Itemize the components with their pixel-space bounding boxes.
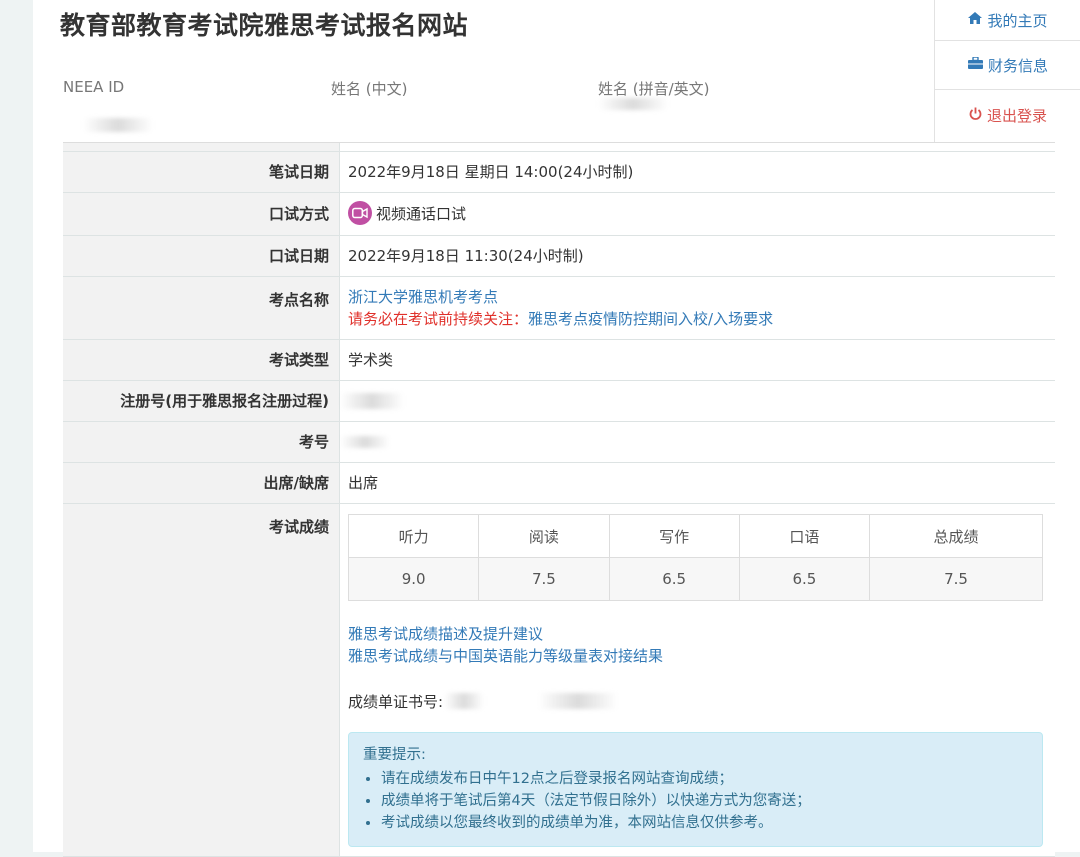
briefcase-icon [967, 56, 983, 73]
table-row-candidate-no: 考号 [63, 422, 1055, 463]
scores-table: 听力 阅读 写作 口语 总成绩 9.0 7.5 6.5 6.5 7.5 [347, 514, 1043, 601]
score-links: 雅思考试成绩描述及提升建议 雅思考试成绩与中国英语能力等级量表对接结果 [348, 623, 1047, 667]
finance-info-label: 财务信息 [987, 56, 1048, 75]
user-menu: 我的主页 财务信息 退出登录 [934, 0, 1080, 142]
notice-item: 考试成绩以您最终收到的成绩单为准，本网站信息仅供参考。 [381, 812, 1028, 834]
score-header-listening: 听力 [347, 514, 480, 558]
score-header-overall: 总成绩 [869, 514, 1043, 558]
finance-info-link[interactable]: 财务信息 [935, 41, 1080, 90]
notice-item: 成绩单将于笔试后第4天（法定节假日除外）以快递方式为您寄送； [381, 790, 1028, 812]
venue-cell: 浙江大学雅思机考考点 请务必在考试前持续关注：雅思考点疫情防控期间入校/入场要求 [340, 277, 1055, 339]
power-icon [969, 107, 982, 124]
exam-type-value: 学术类 [340, 340, 1055, 380]
redacted-reg-no [340, 393, 404, 409]
reg-no-value [340, 381, 1055, 421]
certificate-label: 成绩单证书号: [348, 693, 444, 711]
table-row-reg-no: 注册号(用于雅思报名注册过程) [63, 381, 1055, 422]
speaking-mode-cell: 视频通话口试 [340, 193, 1055, 235]
score-listening: 9.0 [347, 557, 480, 601]
score-header-reading: 阅读 [478, 514, 610, 558]
venue-link[interactable]: 浙江大学雅思机考考点 [348, 286, 1047, 308]
logout-link[interactable]: 退出登录 [935, 90, 1080, 140]
table-row-speaking-mode: 口试方式 视频通话口试 [63, 193, 1055, 236]
video-camera-icon [348, 200, 372, 225]
table-row-written-date: 笔试日期 2022年9月18日 星期日 14:00(24小时制) [63, 152, 1055, 193]
scores-value-row: 9.0 7.5 6.5 6.5 7.5 [347, 557, 1043, 601]
candidate-no-label: 考号 [63, 422, 340, 462]
speaking-mode-label: 口试方式 [63, 193, 340, 235]
table-row-top [63, 143, 1055, 152]
exam-info-table: 笔试日期 2022年9月18日 星期日 14:00(24小时制) 口试方式 视频… [63, 142, 1055, 857]
venue-notice-link[interactable]: 雅思考点疫情防控期间入校/入场要求 [528, 310, 773, 328]
attendance-label: 出席/缺席 [63, 463, 340, 503]
reg-no-label: 注册号(用于雅思报名注册过程) [63, 381, 340, 421]
written-date-label: 笔试日期 [63, 152, 340, 192]
table-row-venue: 考点名称 浙江大学雅思机考考点 请务必在考试前持续关注：雅思考点疫情防控期间入校… [63, 277, 1055, 340]
notice-item: 请在成绩发布日中午12点之后登录报名网站查询成绩； [381, 768, 1028, 790]
cse-mapping-link[interactable]: 雅思考试成绩与中国英语能力等级量表对接结果 [348, 645, 1047, 667]
redacted-candidate-no [340, 436, 390, 448]
certificate-number: 成绩单证书号: [348, 691, 1047, 712]
venue-notice-prefix: 请务必在考试前持续关注： [348, 310, 529, 328]
important-notice: 重要提示: 请在成绩发布日中午12点之后登录报名网站查询成绩； 成绩单将于笔试后… [348, 732, 1043, 847]
table-row-attendance: 出席/缺席 出席 [63, 463, 1055, 504]
page: 教育部教育考试院雅思考试报名网站 NEEA ID 姓名 (中文) 姓名 (拼音/… [33, 0, 1080, 857]
exam-type-label: 考试类型 [63, 340, 340, 380]
page-title: 教育部教育考试院雅思考试报名网站 [60, 11, 469, 40]
table-row-exam-type: 考试类型 学术类 [63, 340, 1055, 381]
table-row-speaking-date: 口试日期 2022年9月18日 11:30(24小时制) [63, 236, 1055, 277]
attendance-value: 出席 [340, 463, 1055, 503]
speaking-mode-value: 视频通话口试 [376, 205, 467, 223]
redacted-neea-id [83, 118, 153, 132]
home-icon [968, 12, 983, 28]
scores-label: 考试成绩 [63, 504, 340, 856]
score-reading: 7.5 [478, 557, 610, 601]
score-overall: 7.5 [869, 557, 1043, 601]
candidate-no-value [340, 422, 1055, 462]
score-header-speaking: 口语 [738, 514, 871, 558]
speaking-date-label: 口试日期 [63, 236, 340, 276]
notice-title: 重要提示: [363, 747, 426, 763]
scores-header-row: 听力 阅读 写作 口语 总成绩 [347, 514, 1043, 558]
my-home-label: 我的主页 [987, 11, 1048, 30]
score-speaking: 6.5 [738, 557, 871, 601]
redacted-name-en [598, 98, 668, 110]
written-date-value: 2022年9月18日 星期日 14:00(24小时制) [340, 152, 1055, 192]
logout-label: 退出登录 [986, 106, 1047, 125]
redacted-cert-part1 [444, 693, 484, 709]
neea-id-label: NEEA ID [63, 78, 125, 96]
venue-label: 考点名称 [63, 277, 340, 339]
name-en-label: 姓名 (拼音/英文) [598, 80, 710, 98]
speaking-date-value: 2022年9月18日 11:30(24小时制) [340, 236, 1055, 276]
redacted-cert-part2 [538, 693, 618, 709]
score-writing: 6.5 [608, 557, 740, 601]
notice-list: 请在成绩发布日中午12点之后登录报名网站查询成绩； 成绩单将于笔试后第4天（法定… [363, 768, 1028, 834]
table-row-scores: 考试成绩 听力 阅读 写作 口语 总成绩 9.0 7.5 6.5 6.5 7.5… [63, 504, 1055, 857]
my-home-link[interactable]: 我的主页 [935, 0, 1080, 41]
name-cn-label: 姓名 (中文) [331, 80, 408, 98]
score-description-link[interactable]: 雅思考试成绩描述及提升建议 [348, 623, 1047, 645]
score-header-writing: 写作 [608, 514, 740, 558]
scores-cell: 听力 阅读 写作 口语 总成绩 9.0 7.5 6.5 6.5 7.5 雅思考试… [340, 504, 1055, 856]
